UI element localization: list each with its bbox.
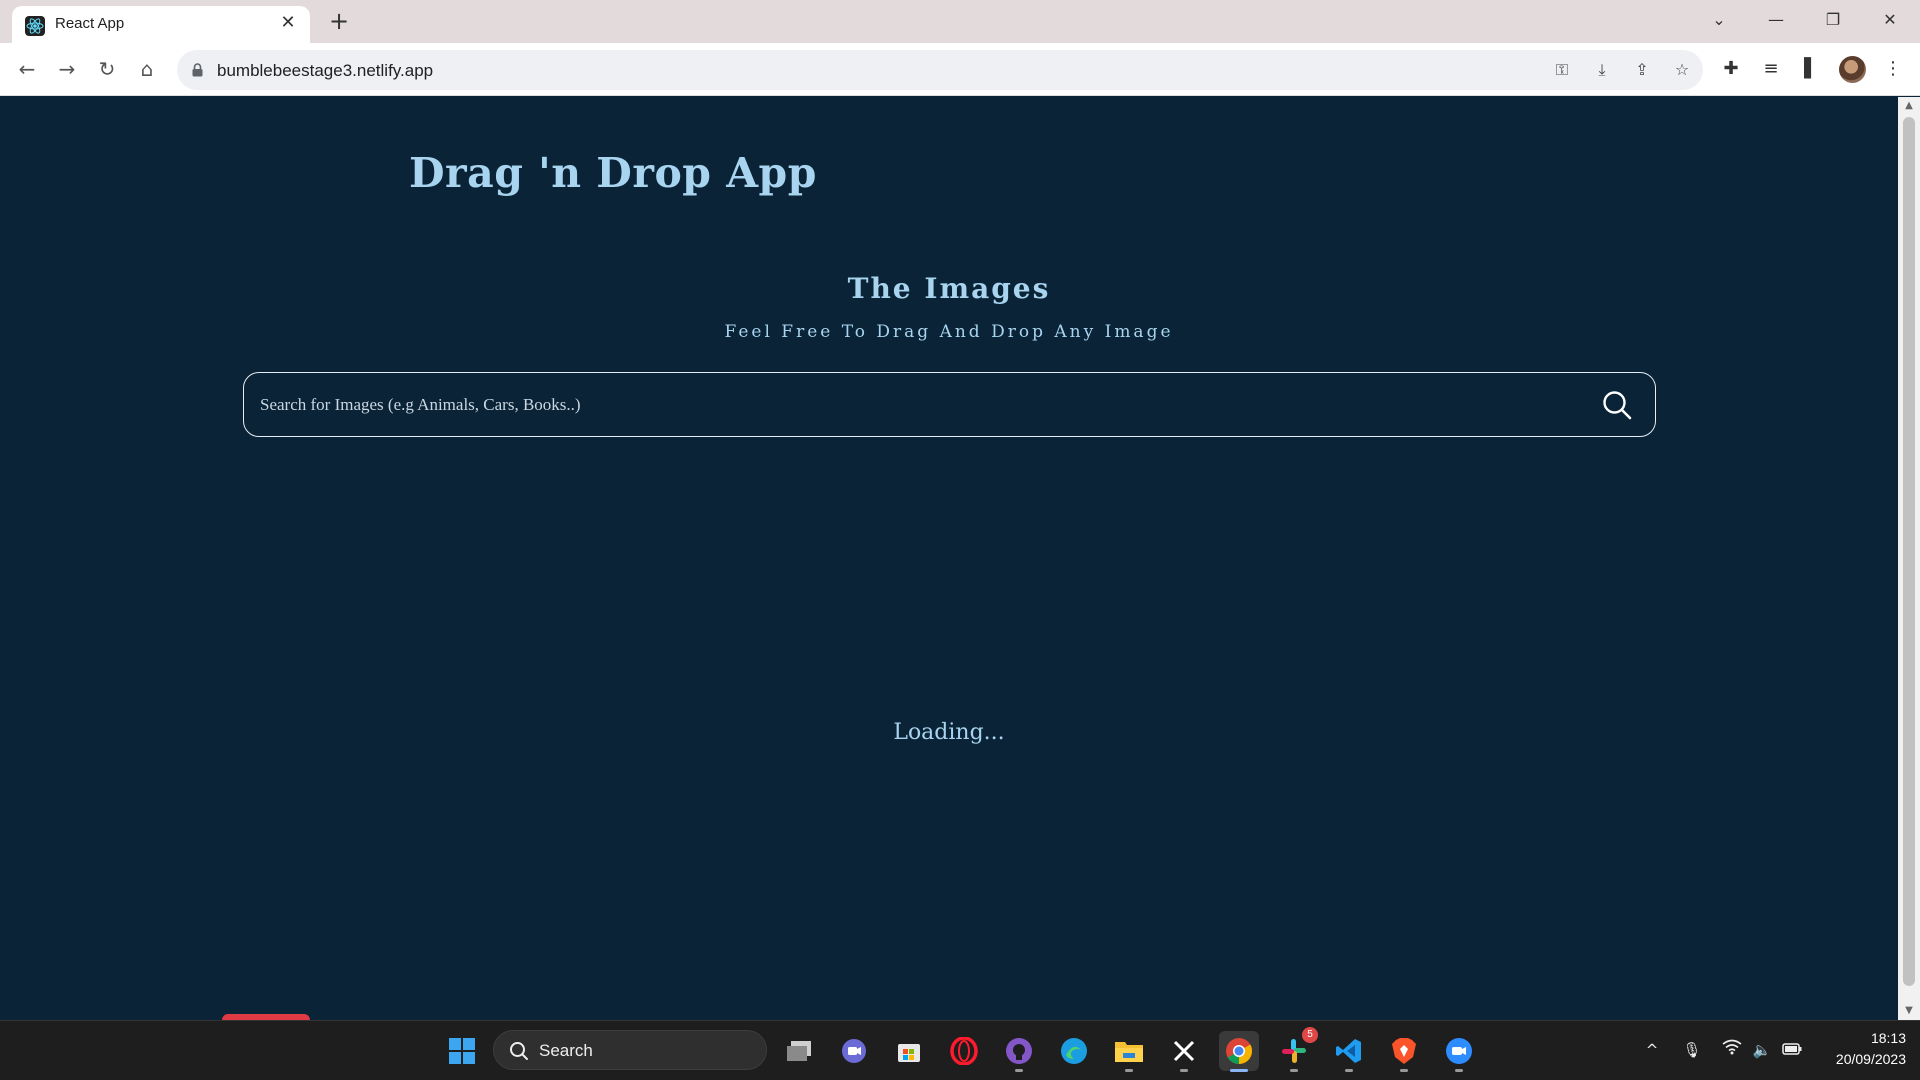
restore-icon[interactable]: ❐ [1813, 4, 1853, 36]
battery-icon[interactable] [1781, 1039, 1803, 1061]
file-explorer-icon[interactable] [1109, 1031, 1149, 1072]
x-twitter-icon[interactable] [1164, 1031, 1204, 1072]
home-icon[interactable]: ⌂ [133, 55, 161, 83]
close-tab-icon[interactable]: ✕ [276, 11, 300, 35]
password-key-icon[interactable]: ⚿ [1550, 58, 1574, 82]
brave-browser-icon[interactable] [1384, 1031, 1424, 1072]
running-indicator [1290, 1069, 1298, 1072]
teams-chat-icon[interactable] [834, 1031, 874, 1071]
page-content: Drag 'n Drop App The Images Feel Free To… [0, 97, 1898, 1020]
image-search-input[interactable] [260, 389, 1560, 421]
active-indicator [1230, 1069, 1248, 1072]
wifi-icon[interactable] [1721, 1039, 1743, 1061]
show-hidden-icons-chevron-icon[interactable]: ^ [1641, 1039, 1663, 1061]
taskbar-search-label: Search [539, 1041, 593, 1060]
browser-tab[interactable]: React App ✕ [12, 6, 310, 43]
running-indicator [1455, 1069, 1463, 1072]
scroll-down-arrow-icon[interactable]: ▼ [1898, 1002, 1920, 1020]
microsoft-store-icon[interactable] [889, 1031, 929, 1071]
bookmark-star-icon[interactable]: ☆ [1670, 58, 1694, 82]
zoom-icon[interactable] [1439, 1031, 1479, 1072]
forward-icon[interactable]: → [53, 55, 81, 83]
loading-indicator: Loading... [893, 720, 1005, 745]
extensions-puzzle-icon[interactable]: ✚ [1717, 55, 1745, 83]
address-bar[interactable]: bumblebeestage3.netlify.app ⚿ ⤓ ⇪ ☆ [177, 50, 1703, 90]
page-scrollbar[interactable]: ▲ ▼ [1898, 97, 1920, 1020]
minimize-icon[interactable]: — [1756, 4, 1796, 36]
side-panel-icon[interactable]: ▌ [1797, 55, 1825, 83]
tab-title: React App [55, 15, 125, 32]
running-indicator [1345, 1069, 1353, 1072]
lock-icon [192, 63, 203, 77]
scroll-up-arrow-icon[interactable]: ▲ [1898, 97, 1920, 115]
section-subtitle: Feel Free To Drag And Drop Any Image [724, 322, 1174, 342]
browser-toolbar: ← → ↻ ⌂ bumblebeestage3.netlify.app ⚿ ⤓ … [0, 43, 1920, 96]
section-title: The Images [847, 272, 1051, 305]
close-window-icon[interactable]: ✕ [1870, 4, 1910, 36]
edge-browser-icon[interactable] [1054, 1031, 1094, 1071]
chrome-icon[interactable] [1219, 1031, 1259, 1072]
github-desktop-icon[interactable] [999, 1031, 1039, 1072]
scroll-thumb[interactable] [1903, 117, 1915, 986]
running-indicator [1125, 1069, 1133, 1072]
taskbar-search-icon [510, 1042, 528, 1060]
reload-icon[interactable]: ↻ [93, 55, 121, 83]
clock-date[interactable]: 20/09/2023 [1814, 1051, 1906, 1067]
image-search-box [243, 372, 1656, 437]
running-indicator [1180, 1069, 1188, 1072]
opera-icon[interactable] [944, 1031, 984, 1071]
new-tab-icon[interactable]: + [325, 8, 353, 36]
taskbar-search[interactable]: Search [493, 1030, 767, 1070]
browser-title-bar: React App ✕ + ⌄ — ❐ ✕ [0, 0, 1920, 43]
install-app-icon[interactable]: ⤓ [1590, 58, 1614, 82]
task-view-icon[interactable] [779, 1031, 819, 1071]
react-favicon-icon [25, 16, 45, 36]
vscode-icon[interactable] [1329, 1031, 1369, 1072]
running-indicator [1015, 1069, 1023, 1072]
volume-icon[interactable]: 🔈 [1751, 1039, 1773, 1061]
share-icon[interactable]: ⇪ [1630, 58, 1654, 82]
slack-notification-badge: 5 [1302, 1027, 1318, 1043]
media-queue-icon[interactable]: ≡ [1757, 55, 1785, 83]
clock-time[interactable]: 18:13 [1840, 1030, 1906, 1046]
tab-search-chevron-icon[interactable]: ⌄ [1699, 4, 1739, 36]
slack-icon[interactable]: 5 [1274, 1027, 1318, 1072]
search-icon[interactable] [1601, 389, 1633, 421]
microphone-icon[interactable]: 🎙 [1681, 1039, 1703, 1061]
windows-taskbar: Search 5 ^ 🎙 🔈 18:13 20/09/2023 [0, 1020, 1920, 1080]
profile-avatar[interactable] [1839, 56, 1866, 83]
app-title: Drag 'n Drop App [409, 149, 817, 197]
url-text: bumblebeestage3.netlify.app [217, 61, 434, 80]
running-indicator [1400, 1069, 1408, 1072]
windows-start-icon[interactable] [442, 1031, 482, 1071]
kebab-menu-icon[interactable]: ⋮ [1879, 55, 1907, 83]
back-icon[interactable]: ← [13, 55, 41, 83]
